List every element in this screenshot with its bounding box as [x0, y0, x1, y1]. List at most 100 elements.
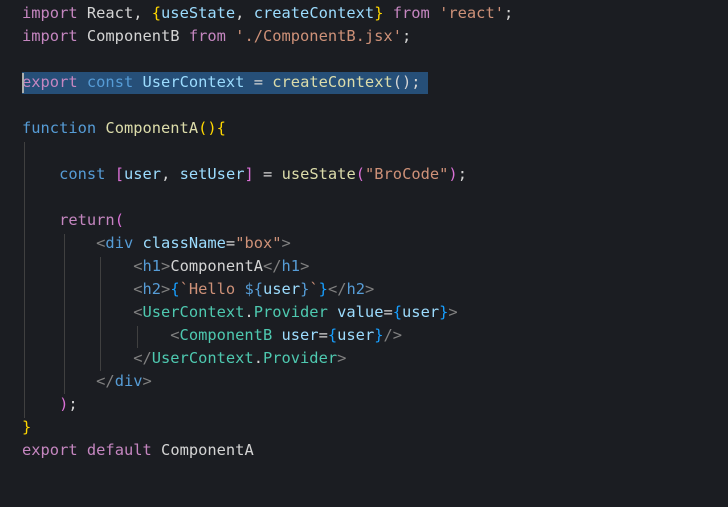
- code-token: div: [114, 372, 143, 390]
- code-token: >: [142, 372, 152, 390]
- code-token: ): [448, 165, 458, 183]
- code-token: =: [244, 73, 273, 91]
- code-token: ${: [244, 280, 264, 298]
- code-line[interactable]: import ComponentB from './ComponentB.jsx…: [0, 25, 728, 48]
- code-token: ;: [457, 165, 467, 183]
- code-line[interactable]: return(: [0, 209, 728, 232]
- code-token: import: [22, 27, 78, 45]
- code-line-text: export const UserContext = createContext…: [22, 71, 421, 94]
- code-token: `: [309, 280, 319, 298]
- code-token: </: [327, 280, 347, 298]
- code-line-text: );: [22, 393, 78, 416]
- code-line[interactable]: export default ComponentA: [0, 439, 728, 462]
- code-token: user: [263, 280, 301, 298]
- code-line[interactable]: <UserContext.Provider value={user}>: [0, 301, 728, 324]
- code-token: setUser: [179, 165, 245, 183]
- code-token: createContext: [253, 4, 375, 22]
- code-line[interactable]: }: [0, 416, 728, 439]
- code-token: {: [392, 303, 403, 321]
- code-token: (: [114, 211, 124, 229]
- code-token: user: [123, 165, 162, 183]
- code-token: </: [262, 257, 282, 275]
- code-token: ;: [68, 395, 78, 413]
- code-token: =: [383, 303, 393, 321]
- text-cursor: [22, 73, 24, 93]
- code-token: user: [402, 303, 440, 321]
- code-token: div: [105, 234, 134, 252]
- code-line[interactable]: <h2>{`Hello ${user}`}</h2>: [0, 278, 728, 301]
- code-line-text: export default ComponentA: [22, 439, 254, 462]
- code-token: className: [142, 234, 226, 252]
- code-token: h1: [281, 257, 301, 275]
- code-token: ): [59, 395, 69, 413]
- code-token: ComponentB: [179, 326, 273, 344]
- code-token: const: [86, 73, 134, 91]
- code-line[interactable]: function ComponentA(){: [0, 117, 728, 140]
- code-token: 'react': [439, 4, 504, 22]
- code-token: .: [244, 303, 254, 321]
- code-line[interactable]: [0, 94, 728, 117]
- code-line[interactable]: export const UserContext = createContext…: [0, 71, 728, 94]
- code-line[interactable]: );: [0, 393, 728, 416]
- code-line[interactable]: <h1>ComponentA</h1>: [0, 255, 728, 278]
- code-token: h2: [142, 280, 162, 298]
- code-token: function: [22, 119, 97, 137]
- code-token: useState: [161, 4, 236, 22]
- code-line-text: </UserContext.Provider>: [22, 347, 346, 370]
- code-line-text: return(: [22, 209, 124, 232]
- code-token: "BroCode": [365, 165, 449, 183]
- code-line[interactable]: <div className="box">: [0, 232, 728, 255]
- code-token: from: [392, 4, 430, 22]
- code-token: >: [161, 280, 171, 298]
- code-line-text: <ComponentB user={user}/>: [22, 324, 402, 347]
- code-token: createContext: [272, 73, 393, 91]
- code-token: value: [337, 303, 384, 321]
- code-token: <: [170, 326, 180, 344]
- code-token: ComponentA: [161, 441, 254, 459]
- code-token: >: [448, 303, 458, 321]
- code-line[interactable]: [0, 48, 728, 71]
- code-token: ]: [244, 165, 254, 183]
- code-line[interactable]: <ComponentB user={user}/>: [0, 324, 728, 347]
- code-line[interactable]: </UserContext.Provider>: [0, 347, 728, 370]
- code-token: ComponentA: [105, 119, 199, 137]
- code-token: React,: [77, 4, 152, 22]
- code-token: }: [439, 303, 449, 321]
- code-line-text: }: [22, 416, 31, 439]
- code-token: }: [374, 326, 384, 344]
- code-token: ComponentA: [170, 257, 263, 275]
- code-line[interactable]: import React, {useState, createContext} …: [0, 2, 728, 25]
- code-token: "box": [235, 234, 282, 252]
- code-token: user: [281, 326, 319, 344]
- code-token: {: [216, 119, 226, 137]
- code-line-text: const [user, setUser] = useState("BroCod…: [22, 163, 467, 186]
- code-token: return: [59, 211, 115, 229]
- code-line[interactable]: const [user, setUser] = useState("BroCod…: [0, 163, 728, 186]
- code-token: from: [188, 27, 226, 45]
- code-token: />: [383, 326, 403, 344]
- code-line-text: import React, {useState, createContext} …: [22, 2, 513, 25]
- code-token: </: [96, 372, 115, 390]
- code-token: .: [253, 349, 263, 367]
- code-token: >: [281, 234, 291, 252]
- code-line-text: function ComponentA(){: [22, 117, 226, 140]
- code-token: >: [365, 280, 375, 298]
- code-line-text: <UserContext.Provider value={user}>: [22, 301, 458, 324]
- code-line[interactable]: [0, 186, 728, 209]
- code-line[interactable]: [0, 140, 728, 163]
- code-editor[interactable]: import React, {useState, createContext} …: [0, 0, 728, 507]
- code-line[interactable]: </div>: [0, 370, 728, 393]
- code-line-text: </div>: [22, 370, 152, 393]
- code-token: </: [133, 349, 152, 367]
- code-line-text: <h1>ComponentA</h1>: [22, 255, 309, 278]
